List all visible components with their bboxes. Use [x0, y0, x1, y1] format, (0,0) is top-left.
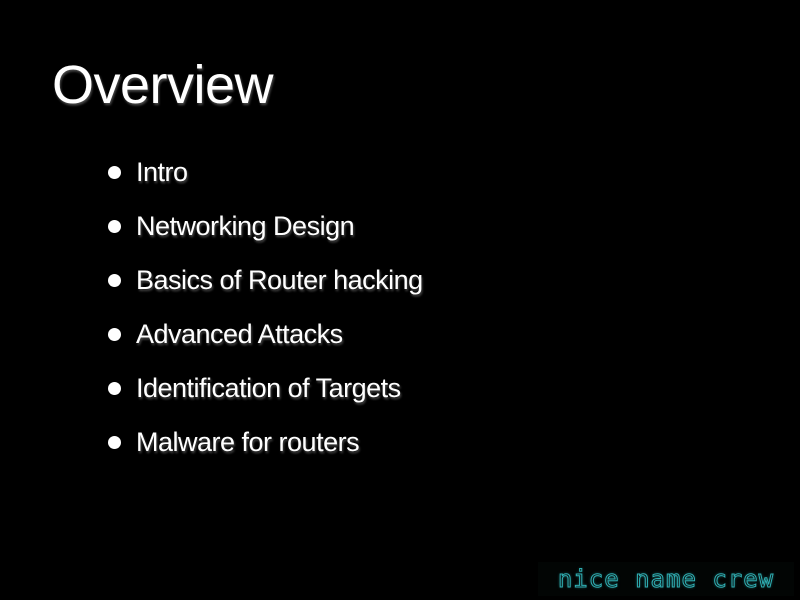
logo-text: nice name crew — [557, 565, 775, 594]
bullet-item-identification-of-targets: Identification of Targets — [108, 361, 423, 415]
bullet-dot-icon — [108, 381, 121, 395]
presentation-slide: Overview Intro Networking Design Basics … — [0, 0, 800, 600]
bullet-item-malware-for-routers: Malware for routers — [108, 415, 423, 469]
bullet-list: Intro Networking Design Basics of Router… — [108, 145, 423, 469]
bullet-text: Intro — [136, 156, 188, 187]
bullet-dot-icon — [108, 435, 121, 449]
bullet-text: Basics of Router hacking — [136, 264, 423, 295]
bullet-item-networking-design: Networking Design — [108, 199, 423, 253]
bullet-dot-icon — [108, 165, 121, 179]
bullet-dot-icon — [108, 219, 121, 233]
bullet-item-intro: Intro — [108, 145, 423, 199]
nice-name-crew-logo: nice name crew — [538, 562, 794, 596]
bullet-text: Identification of Targets — [136, 372, 401, 403]
slide-title: Overview — [52, 55, 274, 115]
bullet-item-router-hacking-basics: Basics of Router hacking — [108, 253, 423, 307]
bullet-dot-icon — [108, 273, 121, 287]
bullet-item-advanced-attacks: Advanced Attacks — [108, 307, 423, 361]
bullet-text: Malware for routers — [136, 426, 360, 457]
bullet-text: Advanced Attacks — [136, 318, 343, 349]
bullet-dot-icon — [108, 327, 121, 341]
bullet-text: Networking Design — [136, 210, 355, 241]
